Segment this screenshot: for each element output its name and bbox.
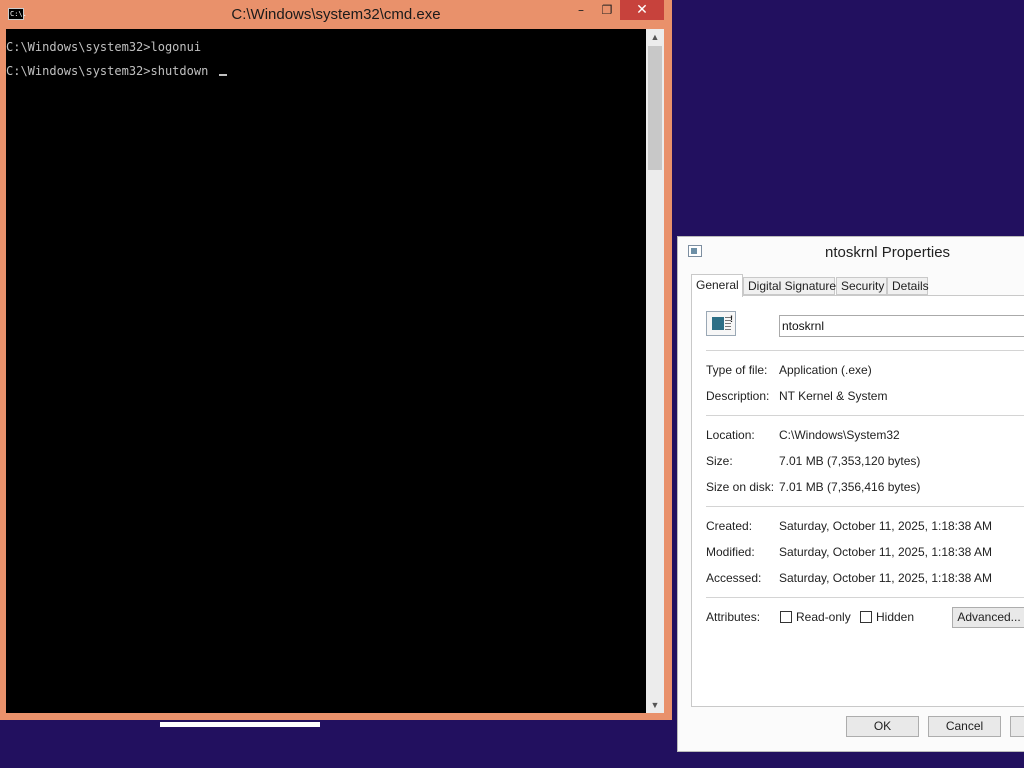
minimize-button[interactable]: –: [568, 0, 594, 20]
divider: [706, 350, 1024, 351]
ok-button[interactable]: OK: [846, 716, 919, 737]
tab-details[interactable]: Details: [887, 277, 929, 295]
general-panel: ! ntoskrnl Type of file: Application (.e…: [691, 295, 1024, 707]
desktop: C:\. C:\Windows\system32\cmd.exe – ❐ ✕ C…: [0, 0, 1024, 768]
divider: [706, 506, 1024, 507]
dialog-title: ntoskrnl Properties: [825, 244, 951, 261]
close-button[interactable]: ✕: [620, 0, 664, 20]
type-value: Application (.exe): [779, 363, 872, 377]
tab-general[interactable]: General: [691, 274, 743, 297]
text-cursor: [218, 74, 227, 76]
modified-label: Modified:: [706, 545, 755, 559]
restore-button[interactable]: ❐: [594, 0, 620, 20]
created-label: Created:: [706, 519, 753, 533]
type-label: Type of file:: [706, 363, 768, 377]
created-value: Saturday, October 11, 2025, 1:18:38 AM: [779, 519, 993, 533]
console-line: C:\Windows\system32>shutdown: [6, 64, 227, 78]
exe-file-icon: !: [706, 311, 736, 336]
window-edge: [160, 722, 320, 727]
divider: [706, 597, 1024, 598]
cmd-titlebar[interactable]: C:\. C:\Windows\system32\cmd.exe – ❐ ✕: [0, 0, 672, 30]
accessed-value: Saturday, October 11, 2025, 1:18:38 AM: [779, 571, 993, 585]
scroll-thumb[interactable]: [648, 46, 662, 170]
size-on-disk-label: Size on disk:: [706, 480, 775, 494]
file-name-field[interactable]: ntoskrnl: [779, 315, 1024, 337]
modified-value: Saturday, October 11, 2025, 1:18:38 AM: [779, 545, 993, 559]
advanced-button[interactable]: Advanced...: [952, 607, 1024, 628]
size-label: Size:: [706, 454, 733, 468]
properties-dialog: ntoskrnl Properties General Digital Sign…: [677, 236, 1024, 752]
apply-button[interactable]: [1010, 716, 1024, 737]
read-only-checkbox[interactable]: [780, 611, 792, 623]
hidden-label[interactable]: Hidden: [876, 610, 914, 624]
location-label: Location:: [706, 428, 755, 442]
accessed-label: Accessed:: [706, 571, 762, 585]
read-only-label[interactable]: Read-only: [796, 610, 851, 624]
size-on-disk-value: 7.01 MB (7,356,416 bytes): [779, 480, 921, 494]
vertical-scrollbar[interactable]: ▲ ▼: [646, 29, 664, 713]
tab-security[interactable]: Security: [836, 277, 887, 295]
attributes-label: Attributes:: [706, 610, 761, 624]
cmd-window: C:\. C:\Windows\system32\cmd.exe – ❐ ✕ C…: [0, 0, 672, 720]
description-value: NT Kernel & System: [779, 389, 888, 403]
properties-app-icon[interactable]: [688, 245, 702, 257]
cancel-button[interactable]: Cancel: [928, 716, 1001, 737]
location-value: C:\Windows\System32: [779, 428, 900, 442]
console-line: C:\Windows\system32>logonui: [6, 40, 202, 54]
console-line-text: C:\Windows\system32>shutdown: [6, 64, 216, 78]
size-value: 7.01 MB (7,353,120 bytes): [779, 454, 921, 468]
tab-digital-signatures[interactable]: Digital Signatures: [743, 277, 842, 295]
scroll-up-arrow-icon[interactable]: ▲: [646, 29, 664, 45]
scroll-down-arrow-icon[interactable]: ▼: [646, 697, 664, 713]
description-label: Description:: [706, 389, 770, 403]
console-output[interactable]: C:\Windows\system32>logonui C:\Windows\s…: [6, 29, 646, 713]
divider: [706, 415, 1024, 416]
hidden-checkbox[interactable]: [860, 611, 872, 623]
